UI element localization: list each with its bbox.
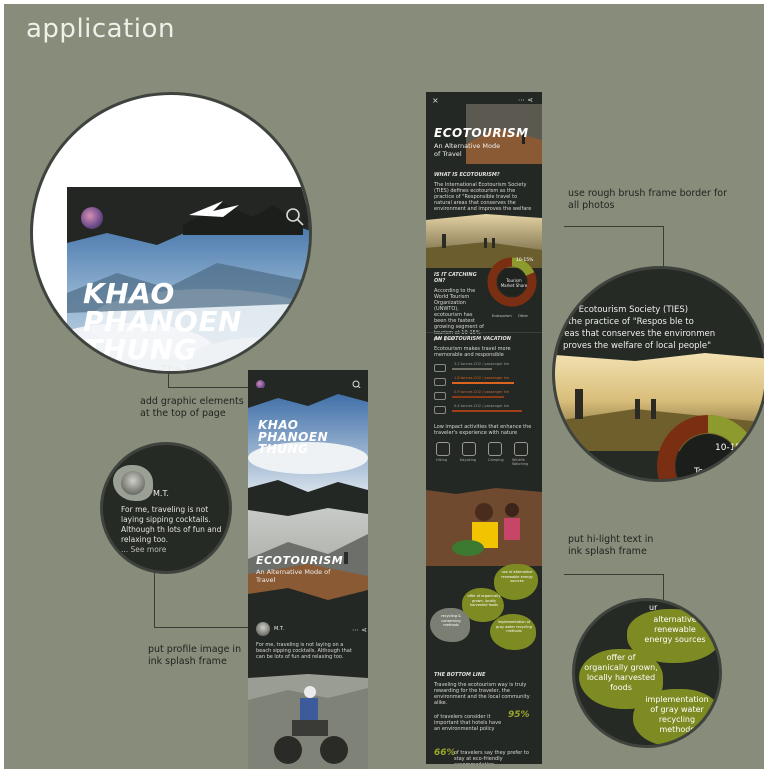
right-section-bottom: THE BOTTOM LINE <box>434 672 486 678</box>
right-badge: 10-15% <box>516 258 534 263</box>
phone-mid-eco-title: ECOTOURISM <box>256 554 344 567</box>
board-title: application <box>26 14 175 44</box>
phone-mid-eco-sub: An Alternative Mode of Travel <box>256 568 331 584</box>
right-section-what: WHAT IS ECOTOURISM? <box>434 172 500 178</box>
profile-avatar[interactable] <box>121 471 145 495</box>
transport-icon-bus <box>434 406 446 414</box>
zoom-circle-photo: nal Ecotourism Society (TIES) s the prac… <box>552 266 764 482</box>
phone-mid-profile-name: M.T. <box>274 626 284 632</box>
bar-4-label: 0.4 tonnes CO2 / passenger km <box>454 404 510 408</box>
right-legend-1: Ecotourism <box>492 314 512 318</box>
phone-mid-profile-avatar[interactable] <box>256 622 270 636</box>
right-legend-2: Other <box>518 314 528 318</box>
right-donut-label: Tourism Market Share <box>500 278 528 288</box>
profile-see-more[interactable]: ... See more <box>121 545 166 554</box>
bar-2 <box>452 382 514 384</box>
right-farmer-photo <box>426 484 542 566</box>
activity-label-1: Hiking <box>436 458 448 462</box>
activity-label-3: Camping <box>488 458 504 462</box>
phone-mid-column: KHAO PHANOEN THUNG Lost in the Sea of Mi… <box>248 370 368 769</box>
phone-mid-title-3: THUNG <box>258 442 309 456</box>
phone-mid-share-icon[interactable]: ⋯ ⋖ <box>352 626 367 634</box>
right-activities-text: Low impact activities that enhance the t… <box>434 424 532 436</box>
splash-text-2: offer of organically grown, locally harv… <box>467 594 501 607</box>
transport-icon-plane <box>434 364 446 372</box>
right-section-catching: IS IT CATCHING ON? <box>434 272 477 284</box>
presentation-board: application add graphic elements at the … <box>4 4 764 769</box>
zoom-photo-text-3: reas that conserves the environmen <box>561 329 716 339</box>
profile-name: M.T. <box>153 489 169 498</box>
phone-right-column: × ⋯ ⋖ ECOTOURISM An Alternative Mode of … <box>426 92 542 764</box>
bar-1 <box>452 368 492 370</box>
bar-2-label: 1.8 tonnes CO2 / passenger km <box>454 376 510 380</box>
search-icon[interactable] <box>285 207 305 227</box>
phone-mid-tagline: Lost in the Sea of Mist <box>258 460 331 468</box>
right-subtitle: An Alternative Mode of Travel <box>434 142 501 158</box>
zoom-photo-text-2: s the practice of "Respos ble to <box>561 317 694 327</box>
note-profile-splash: put profile image in ink splash frame <box>148 644 242 667</box>
phone-mid-profile-text: For me, traveling is not laying on a bea… <box>256 642 352 660</box>
bar-4 <box>452 410 522 412</box>
wildlife-icon <box>514 442 528 456</box>
stat-1-text: of travelers consider it important that … <box>434 714 502 732</box>
zoom-donut-label: Touris Market S <box>687 467 727 479</box>
stat-1-value: 95% <box>508 710 530 720</box>
right-divider-1 <box>426 332 542 333</box>
bar-3 <box>452 396 504 398</box>
bar-1-label: 3.2 tonnes CO2 / passenger km <box>454 362 510 366</box>
stat-2-text: of travelers say they prefer to stay at … <box>454 750 529 764</box>
phone-mid-rider-photo <box>248 670 368 769</box>
share-icon[interactable]: ⋯ ⋖ <box>518 96 533 104</box>
zoom-circle-profile: M.T. For me, traveling is not laying sip… <box>100 442 232 574</box>
zoom-title-line-3: THUNG <box>83 333 198 366</box>
profile-quote: For me, traveling is not laying sipping … <box>121 505 222 544</box>
note-graphic-elements: add graphic elements at the top of page <box>140 396 244 419</box>
zoom-circle-splash: ur alternative renewable energy sources … <box>572 598 722 748</box>
bar-3-label: 0.9 tonnes CO2 / passenger km <box>454 390 510 394</box>
zoom-caption-fragment: HING <box>559 463 596 477</box>
kayaking-icon <box>462 442 476 456</box>
note-highlight-splash: put hi-light text in ink splash frame <box>568 534 654 557</box>
zoom-splash-text-2: offer of organically grown, locally harv… <box>584 653 658 692</box>
stat-2-value: 66% <box>434 748 456 758</box>
zoom-splash-text-1: alternative renewable energy sources <box>644 615 706 644</box>
hiking-icon <box>436 442 450 456</box>
right-vacation-text: Ecotourism makes travel more memorable a… <box>434 346 511 358</box>
splash-text-1: use of alternative renewable energy sour… <box>501 570 533 583</box>
transport-icon-car <box>434 392 446 400</box>
avatar[interactable] <box>81 207 103 229</box>
zoom-photo-text-4: proves the welfare of local people" <box>563 341 712 351</box>
transport-icon-train <box>434 378 446 386</box>
right-catching-text: According to the World Tourism Organizat… <box>434 288 484 342</box>
zoom-circle-header: KHAO PHANOEN THUNG The S <box>30 92 312 374</box>
splash-text-3: recycling & conserving methods <box>441 614 461 627</box>
right-bottom-text: Traveling the ecotourism way is truly re… <box>434 682 530 706</box>
activity-label-4: Wildlife Watching <box>512 458 529 466</box>
zoom-subtitle-fragment: The S <box>161 363 192 374</box>
zoom-splash-text-3: implementation of gray water recycling m… <box>645 695 709 734</box>
camping-icon <box>488 442 502 456</box>
zoom-badge: 10-15% <box>715 443 750 453</box>
close-icon[interactable]: × <box>432 96 439 105</box>
note-brush-frame: use rough brush frame border for all pho… <box>568 188 728 211</box>
activity-label-2: Kayaking <box>460 458 477 462</box>
zoom-photo-text-1: nal Ecotourism Society (TIES) <box>563 305 689 315</box>
splash-text-4: implementation of gray water recycling m… <box>496 620 532 633</box>
right-title: ECOTOURISM <box>434 126 529 140</box>
right-section-vacation: AN ECOTOURISM VACATION <box>434 336 511 342</box>
